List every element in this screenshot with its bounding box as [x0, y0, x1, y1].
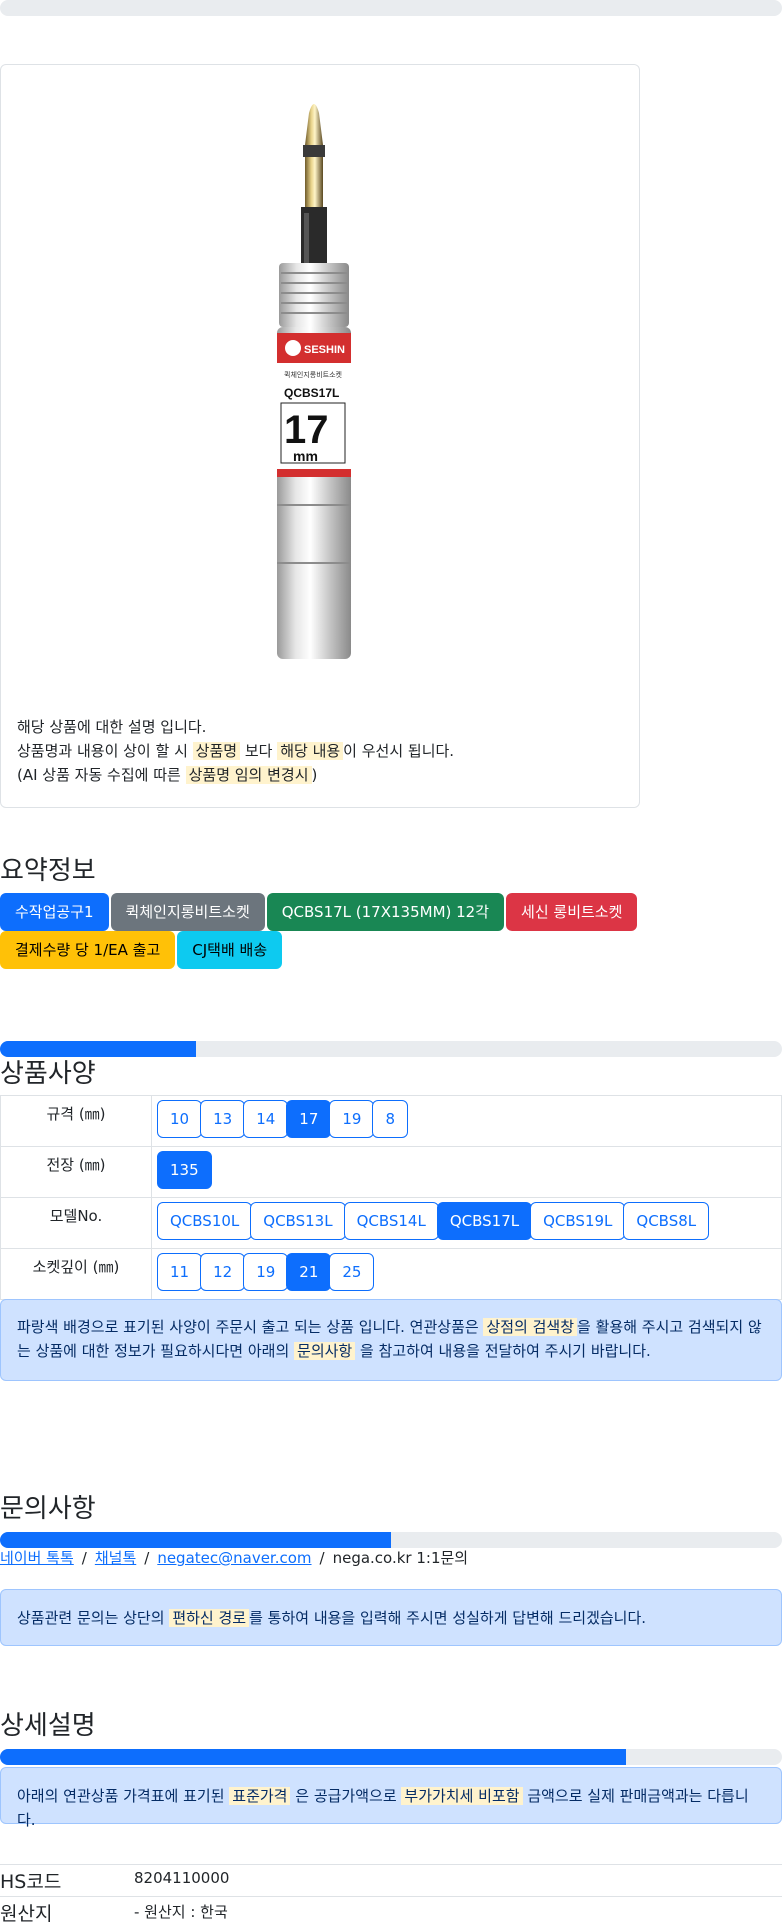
spec-option-button[interactable]: 19	[243, 1253, 289, 1291]
info-row-origin: 원산지 - 원산지 : 한국	[0, 1896, 782, 1932]
highlight-text: 부가가치세 비포함	[401, 1787, 523, 1805]
spec-notice: 파랑색 배경으로 표기된 사양이 주문시 출고 되는 상품 입니다. 연관상품은…	[0, 1299, 782, 1381]
spec-row: 규격 (㎜) 10 13 14 17 19 8	[0, 1095, 782, 1147]
spec-options: QCBS10L QCBS13L QCBS14L QCBS17L QCBS19L QCBS8…	[151, 1197, 782, 1249]
spec-row: 전장 (㎜) 135	[0, 1146, 782, 1198]
summary-badge: 수작업공구1	[0, 893, 109, 931]
label-size-number: 17	[284, 408, 329, 452]
inquiry-progress-bar	[0, 1532, 782, 1548]
spec-label: 소켓깊이 (㎜)	[0, 1248, 152, 1300]
highlight-text: 표준가격	[229, 1787, 291, 1805]
detail-progress-bar	[0, 1749, 782, 1765]
link-separator: /	[81, 1549, 87, 1567]
highlight-text: 편하신 경로	[169, 1609, 250, 1627]
text-segment: (AI 상품 자동 수집에 따른	[17, 766, 186, 784]
info-row-hs-code: HS코드 8204110000	[0, 1864, 782, 1896]
summary-badge: 퀵체인지롱비트소켓	[110, 893, 265, 931]
spec-option-button[interactable]: QCBS17L	[436, 1202, 533, 1240]
inquiry-link[interactable]: 채널톡	[95, 1549, 136, 1567]
highlight-text: 문의사항	[294, 1342, 356, 1360]
spec-option-button[interactable]: QCBS13L	[250, 1202, 346, 1240]
detail-notice: 아래의 연관상품 가격표에 표기된 표준가격 은 공급가액으로 부가가치세 비포…	[0, 1767, 782, 1829]
label-model: QCBS17L	[284, 386, 339, 400]
highlight-text: 상점의 검색창	[483, 1318, 578, 1336]
spec-options: 10 13 14 17 19 8	[151, 1095, 782, 1147]
text-segment: 상품명과 내용이 상이 할 시	[17, 742, 193, 760]
spec-option-button[interactable]: 25	[329, 1253, 375, 1291]
text-segment: 해당 상품에 대한 설명 입니다.	[17, 718, 207, 736]
spec-option-button[interactable]: 12	[200, 1253, 246, 1291]
text-segment: 이 우선시 됩니다.	[343, 742, 455, 760]
description-line: (AI 상품 자동 수집에 따른 상품명 임의 변경시)	[17, 763, 454, 787]
summary-badge: 세신 롱비트소켓	[506, 893, 638, 931]
spec-option-button[interactable]: 17	[286, 1100, 332, 1138]
link-separator: /	[144, 1549, 150, 1567]
spec-option-button[interactable]: QCBS10L	[157, 1202, 253, 1240]
spec-table: 규격 (㎜) 10 13 14 17 19 8 전장 (㎜) 135 모델No. QCBS10L QC…	[0, 1095, 782, 1300]
summary-badge: CJ택배 배송	[177, 931, 283, 969]
text-segment: 파랑색 배경으로 표기된 사양이 주문시 출고 되는 상품 입니다. 연관상품은	[17, 1318, 484, 1336]
label-size-unit: mm	[293, 448, 318, 464]
inquiry-text: nega.co.kr 1:1문의	[332, 1549, 469, 1567]
summary-title: 요약정보	[0, 856, 96, 886]
product-card: SESHIN 퀵체인지롱비트소켓 QCBS17L 17 mm 해당 상품에 대한…	[0, 64, 640, 808]
inquiry-notice: 상품관련 문의는 상단의 편하신 경로 를 통하여 내용을 입력해 주시면 성실하…	[0, 1589, 782, 1646]
spec-option-button[interactable]: 10	[157, 1100, 203, 1138]
info-key: HS코드	[0, 1871, 62, 1893]
inquiry-link[interactable]: 네이버 톡톡	[0, 1549, 74, 1567]
description-line: 상품명과 내용이 상이 할 시 상품명 보다 해당 내용 이 우선시 됩니다.	[17, 739, 454, 763]
spec-row: 소켓깊이 (㎜) 11 12 19 21 25	[0, 1248, 782, 1300]
inquiry-progress-fill	[0, 1532, 391, 1548]
highlight-text: 상품명 임의 변경시	[185, 766, 312, 784]
spec-option-button[interactable]: 21	[286, 1253, 332, 1291]
highlight-text: 해당 내용	[277, 742, 344, 760]
summary-badges: 수작업공구1 퀵체인지롱비트소켓 QCBS17L (17X135MM) 12각 세신 …	[0, 893, 640, 969]
inquiry-link[interactable]: negatec@naver.com	[157, 1549, 311, 1567]
spec-title: 상품사양	[0, 1059, 96, 1089]
spec-option-button[interactable]: 14	[243, 1100, 289, 1138]
text-segment: 를 통하여 내용을 입력해 주시면 성실하게 답변해 드리겠습니다.	[249, 1609, 647, 1627]
spec-option-button[interactable]: QCBS8L	[623, 1202, 710, 1240]
spec-option-button[interactable]: 11	[157, 1253, 203, 1291]
spec-progress-bar	[0, 1041, 782, 1057]
detail-title: 상세설명	[0, 1711, 96, 1741]
detail-progress-fill	[0, 1749, 626, 1765]
inquiry-title: 문의사항	[0, 1494, 96, 1524]
text-segment: 은 공급가액으로	[290, 1787, 402, 1805]
spec-label: 전장 (㎜)	[0, 1146, 152, 1198]
spec-option-button[interactable]: QCBS14L	[343, 1202, 439, 1240]
inquiry-links: 네이버 톡톡 / 채널톡 / negatec@naver.com / nega.co.kr …	[0, 1547, 468, 1568]
spec-option-button[interactable]: 19	[329, 1100, 375, 1138]
spec-option-button[interactable]: QCBS19L	[530, 1202, 626, 1240]
label-small-text: 퀵체인지롱비트소켓	[284, 370, 343, 379]
top-progress-bar	[0, 0, 782, 16]
spec-option-button[interactable]: 13	[200, 1100, 246, 1138]
spec-option-button[interactable]: 8	[372, 1100, 409, 1138]
spec-options: 11 12 19 21 25	[151, 1248, 782, 1300]
text-segment: 을 참고하여 내용을 전달하여 주시기 바랍니다.	[355, 1342, 651, 1360]
highlight-text: 상품명	[192, 742, 241, 760]
description-line: 해당 상품에 대한 설명 입니다.	[17, 715, 454, 739]
spec-options: 135	[151, 1146, 782, 1198]
spec-option-button[interactable]: 135	[157, 1151, 212, 1189]
info-value: - 원산지 : 한국	[134, 1903, 228, 1921]
label-brand: SESHIN	[304, 344, 345, 356]
product-description: 해당 상품에 대한 설명 입니다. 상품명과 내용이 상이 할 시 상품명 보다 …	[17, 715, 454, 787]
info-value: 8204110000	[134, 1869, 230, 1887]
spec-label: 모델No.	[0, 1197, 152, 1249]
spec-label: 규격 (㎜)	[0, 1095, 152, 1147]
spec-row: 모델No. QCBS10L QCBS13L QCBS14L QCBS17L QCBS19L…	[0, 1197, 782, 1249]
product-image: SESHIN 퀵체인지롱비트소켓 QCBS17L 17 mm	[277, 104, 351, 659]
summary-badge: QCBS17L (17X135MM) 12각	[266, 893, 505, 931]
text-segment: 보다	[240, 742, 278, 760]
text-segment: 아래의 연관상품 가격표에 표기된	[17, 1787, 230, 1805]
link-separator: /	[319, 1549, 325, 1567]
info-key: 원산지	[0, 1903, 53, 1925]
text-segment: 상품관련 문의는 상단의	[17, 1609, 170, 1627]
summary-badge: 결제수량 당 1/EA 출고	[0, 931, 176, 969]
text-segment: )	[311, 766, 318, 784]
